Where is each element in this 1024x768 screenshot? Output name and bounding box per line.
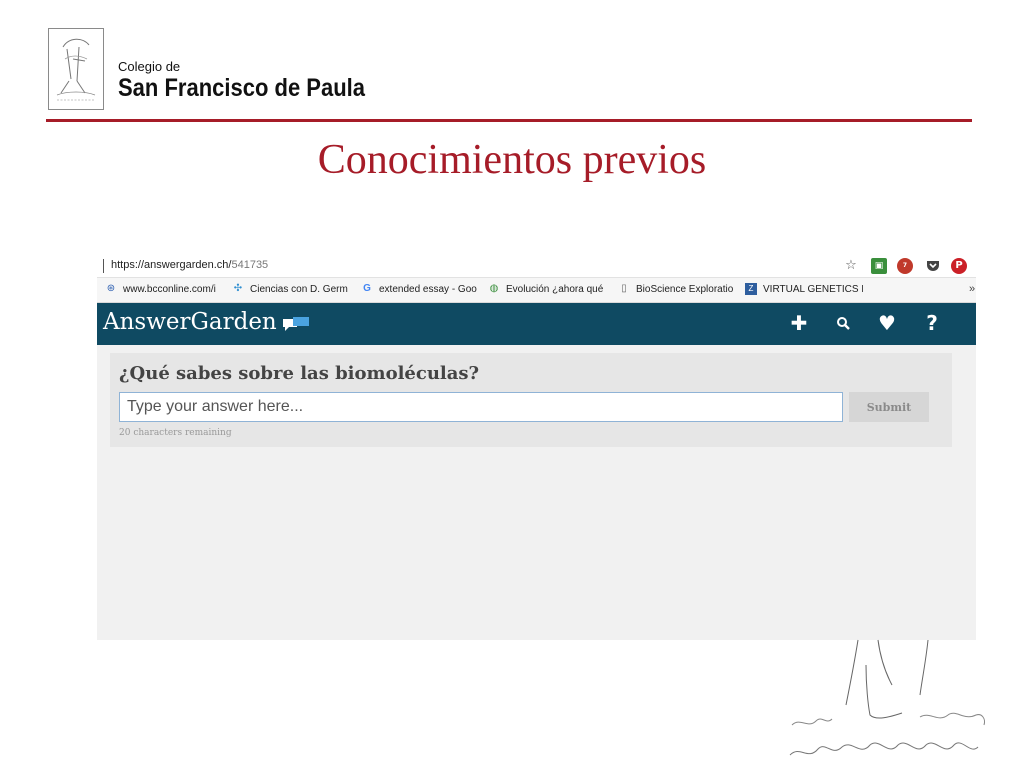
school-crest-icon <box>56 38 96 101</box>
extension-green-icon[interactable]: ▣ <box>871 258 887 274</box>
bookmark-label: www.bcconline.com/i <box>123 283 216 295</box>
submit-button[interactable]: Submit <box>849 392 929 422</box>
bookmark-item[interactable]: ▯ BioScience Exploratio <box>618 283 734 295</box>
bookmark-label: Ciencias con D. Germ <box>250 283 348 295</box>
plus-icon[interactable]: ✚ <box>787 311 811 335</box>
school-name: San Francisco de Paula <box>118 74 365 102</box>
genetics-icon: Z <box>745 283 757 295</box>
bookmark-item[interactable]: ⊛ www.bcconline.com/i <box>105 283 223 295</box>
decorative-sketch <box>789 639 985 756</box>
bookmark-item[interactable]: ✣ Ciencias con D. Germ <box>232 283 350 295</box>
characters-remaining: 20 characters remaining <box>119 428 232 438</box>
text-caret <box>103 259 104 273</box>
pinterest-icon[interactable]: P <box>951 258 967 274</box>
question-title: ¿Qué sabes sobre las biomoléculas? <box>119 363 480 384</box>
heart-icon[interactable]: ♥ <box>875 311 899 335</box>
pocket-icon[interactable] <box>925 258 941 274</box>
bookmark-star-icon[interactable]: ☆ <box>843 258 859 274</box>
url-host: https://answergarden.ch/ <box>111 259 232 271</box>
school-logo <box>48 28 104 110</box>
browser-screenshot: https://answergarden.ch/541735 ☆ ▣ 7 P ⊛… <box>97 255 976 640</box>
adblock-icon[interactable]: 7 <box>897 258 913 274</box>
bookmark-label: VIRTUAL GENETICS L <box>763 283 863 295</box>
school-name-block: Colegio de San Francisco de Paula <box>118 59 399 103</box>
bookmark-label: BioScience Exploratio <box>636 283 734 295</box>
search-icon[interactable] <box>831 311 855 335</box>
bookmark-label: extended essay - Goo <box>379 283 477 295</box>
header-divider <box>46 119 972 122</box>
slide-title: Conocimientos previos <box>317 137 707 183</box>
answergarden-navbar: AnswerGarden ✚ ♥ ? <box>97 303 976 345</box>
url-path: 541735 <box>231 259 269 271</box>
globe-icon: ⊛ <box>106 283 116 294</box>
bookmarks-bar: ⊛ www.bcconline.com/i ✣ Ciencias con D. … <box>97 278 976 303</box>
address-url[interactable]: https://answergarden.ch/541735 <box>111 259 268 271</box>
answergarden-logo[interactable]: AnswerGarden <box>103 309 277 335</box>
help-icon[interactable]: ? <box>920 311 944 335</box>
google-icon: G <box>363 283 371 294</box>
school-prefix: Colegio de <box>118 59 181 74</box>
speech-bubbles-icon <box>283 317 309 331</box>
answer-input[interactable] <box>119 392 843 422</box>
adblock-badge: 7 <box>902 262 908 269</box>
bookmark-label: Evolución ¿ahora qué <box>506 283 604 295</box>
globe-color-icon: ◍ <box>489 283 499 294</box>
page-icon: ▯ <box>621 283 627 294</box>
more-bookmarks-icon[interactable]: » <box>969 283 975 295</box>
bookmark-item[interactable]: ◍ Evolución ¿ahora qué <box>488 283 608 295</box>
bookmark-item[interactable]: G extended essay - Goo <box>361 283 479 295</box>
bookmark-item[interactable]: Z VIRTUAL GENETICS L <box>745 283 863 295</box>
address-bar[interactable]: https://answergarden.ch/541735 ☆ ▣ 7 P <box>97 255 976 278</box>
pinwheel-icon: ✣ <box>233 283 243 294</box>
question-panel: ¿Qué sabes sobre las biomoléculas? Submi… <box>110 353 952 447</box>
